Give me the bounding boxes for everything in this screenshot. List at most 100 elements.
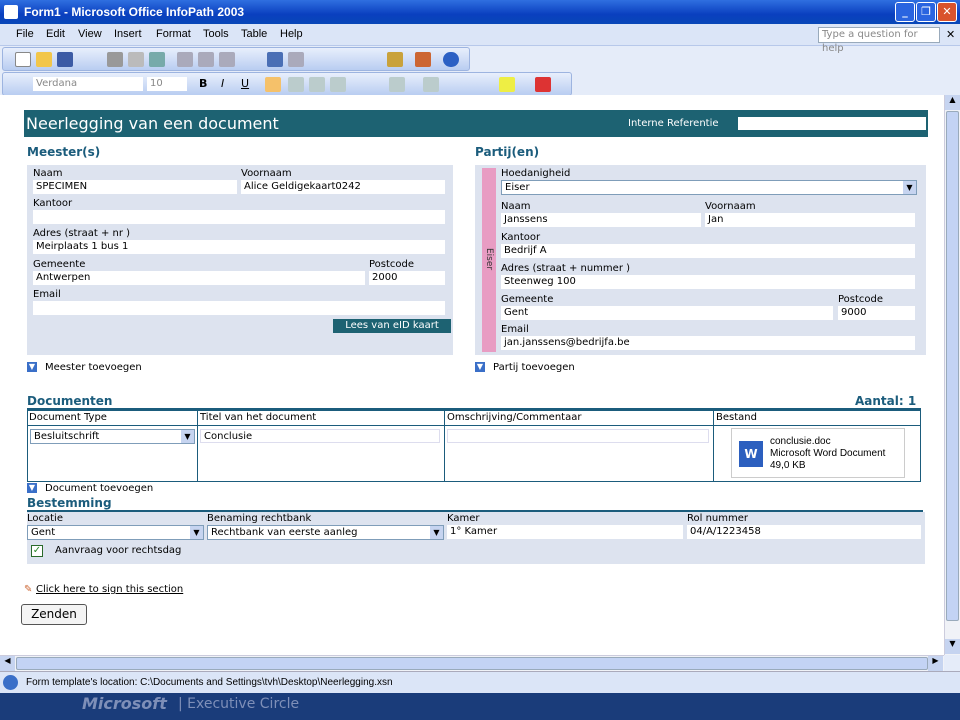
menu-tools[interactable]: Tools: [203, 28, 229, 40]
meester-voornaam-field[interactable]: Alice Geldigekaart0242: [241, 180, 445, 194]
add-partij-link[interactable]: Partij toevoegen: [493, 362, 575, 373]
col-titel: Titel van het document: [200, 412, 317, 423]
documenten-heading: Documenten: [27, 394, 113, 408]
chevron-down-icon[interactable]: ▼: [430, 526, 443, 539]
open-icon[interactable]: [36, 52, 52, 67]
titel-field[interactable]: Conclusie: [200, 429, 440, 443]
partij-voornaam-field[interactable]: Jan: [705, 213, 915, 227]
scroll-up-arrow[interactable]: ▲: [945, 95, 960, 110]
menu-edit[interactable]: Edit: [46, 28, 65, 40]
horizontal-scrollbar[interactable]: ◀ ▶: [0, 655, 944, 671]
word-doc-icon: W: [739, 441, 763, 467]
add-document-link[interactable]: Document toevoegen: [45, 483, 153, 494]
meester-postcode-field[interactable]: 2000: [369, 271, 445, 285]
partij-email-field[interactable]: jan.janssens@bedrijfa.be: [501, 336, 915, 350]
bold-button[interactable]: B: [199, 77, 207, 90]
ref-input[interactable]: [738, 117, 926, 130]
chevron-down-icon[interactable]: ▼: [181, 430, 194, 443]
italic-button[interactable]: I: [221, 77, 224, 90]
rechtbank-select[interactable]: Rechtbank van eerste aanleg ▼: [207, 525, 444, 540]
sign-section-link[interactable]: Click here to sign this section: [36, 584, 183, 595]
document-type-select[interactable]: Besluitschrift ▼: [30, 429, 195, 444]
menu-view[interactable]: View: [78, 28, 102, 40]
undo-icon[interactable]: [267, 52, 283, 67]
menu-insert[interactable]: Insert: [114, 28, 142, 40]
rechtsdag-checkbox[interactable]: ✓: [31, 545, 43, 557]
font-color-icon[interactable]: [535, 77, 551, 92]
partij-side-bar: Eiser: [482, 168, 496, 352]
hscroll-thumb[interactable]: [16, 657, 928, 670]
bullets-icon[interactable]: [423, 77, 439, 92]
scroll-right-arrow[interactable]: ▶: [928, 656, 943, 671]
locatie-select[interactable]: Gent ▼: [27, 525, 204, 540]
font-select[interactable]: Verdana: [33, 77, 143, 91]
title-bar: Form1 - Microsoft Office InfoPath 2003 _…: [0, 0, 960, 24]
close-button[interactable]: ✕: [937, 2, 957, 22]
align-left-icon[interactable]: [265, 77, 281, 92]
meester-gemeente-field[interactable]: Antwerpen: [33, 271, 365, 285]
menu-help[interactable]: Help: [280, 28, 303, 40]
cut-icon[interactable]: [177, 52, 193, 67]
partij-gemeente-field[interactable]: Gent: [501, 306, 833, 320]
add-partij-icon[interactable]: ▼: [475, 362, 485, 372]
partij-naam-field[interactable]: Janssens: [501, 213, 701, 227]
underline-button[interactable]: U: [241, 77, 249, 90]
sign-icon[interactable]: [415, 52, 431, 67]
meester-kantoor-field[interactable]: [33, 210, 445, 224]
chevron-down-icon[interactable]: ▼: [903, 181, 916, 194]
design-icon[interactable]: [387, 52, 403, 67]
omschrijving-field[interactable]: [447, 429, 709, 443]
redo-icon[interactable]: [288, 52, 304, 67]
rechtbank-label: Benaming rechtbank: [207, 513, 312, 524]
minimize-button[interactable]: _: [895, 2, 915, 22]
spelling-icon[interactable]: [149, 52, 165, 67]
banner-text: | Executive Circle: [178, 696, 300, 712]
highlight-icon[interactable]: [499, 77, 515, 92]
new-icon[interactable]: [15, 52, 31, 67]
file-name: conclusie.doc: [770, 436, 831, 447]
partij-kantoor-field[interactable]: Bedrijf A: [501, 244, 915, 258]
add-meester-link[interactable]: Meester toevoegen: [45, 362, 142, 373]
attached-file[interactable]: W conclusie.doc Microsoft Word Document …: [731, 428, 905, 478]
scroll-down-arrow[interactable]: ▼: [945, 639, 960, 654]
font-size-select[interactable]: 10: [147, 77, 187, 91]
vertical-scrollbar[interactable]: ▲ ▼: [944, 95, 960, 655]
partij-adres-field[interactable]: Steenweg 100: [501, 275, 915, 289]
menu-table[interactable]: Table: [241, 28, 267, 40]
print-icon[interactable]: [107, 52, 123, 67]
ask-question-input[interactable]: Type a question for help: [818, 27, 940, 54]
add-meester-icon[interactable]: ▼: [27, 362, 37, 372]
partij-email-label: Email: [501, 324, 529, 335]
kamer-field[interactable]: 1° Kamer: [447, 525, 683, 539]
col-divider-1: [197, 411, 198, 481]
save-icon[interactable]: [57, 52, 73, 67]
meester-naam-field[interactable]: SPECIMEN: [33, 180, 237, 194]
copy-icon[interactable]: [198, 52, 214, 67]
print-preview-icon[interactable]: [128, 52, 144, 67]
align-center-icon[interactable]: [288, 77, 304, 92]
partij-postcode-field[interactable]: 9000: [838, 306, 915, 320]
numbering-icon[interactable]: [389, 77, 405, 92]
help-icon[interactable]: [443, 52, 459, 67]
add-document-icon[interactable]: ▼: [27, 483, 37, 493]
align-right-icon[interactable]: [309, 77, 325, 92]
window-title: Form1 - Microsoft Office InfoPath 2003: [24, 5, 245, 19]
paste-icon[interactable]: [219, 52, 235, 67]
rol-field[interactable]: 04/A/1223458: [687, 525, 921, 539]
menu-file[interactable]: File: [16, 28, 34, 40]
close-doc-icon[interactable]: ✕: [946, 28, 955, 41]
hoedanigheid-select[interactable]: Eiser ▼: [501, 180, 917, 195]
hoedanigheid-value: Eiser: [505, 182, 530, 193]
eid-button[interactable]: Lees van eID kaart: [333, 319, 451, 333]
maximize-button[interactable]: ❐: [916, 2, 936, 22]
scroll-thumb[interactable]: [946, 111, 959, 621]
chevron-down-icon[interactable]: ▼: [190, 526, 203, 539]
meester-postcode-label: Postcode: [369, 259, 415, 270]
menu-format[interactable]: Format: [156, 28, 191, 40]
scroll-left-arrow[interactable]: ◀: [0, 656, 15, 671]
partij-side-label: Eiser: [484, 248, 494, 271]
submit-button[interactable]: Zenden: [21, 604, 87, 625]
justify-icon[interactable]: [330, 77, 346, 92]
meester-email-field[interactable]: [33, 301, 445, 315]
meester-adres-field[interactable]: Meirplaats 1 bus 1: [33, 240, 445, 254]
